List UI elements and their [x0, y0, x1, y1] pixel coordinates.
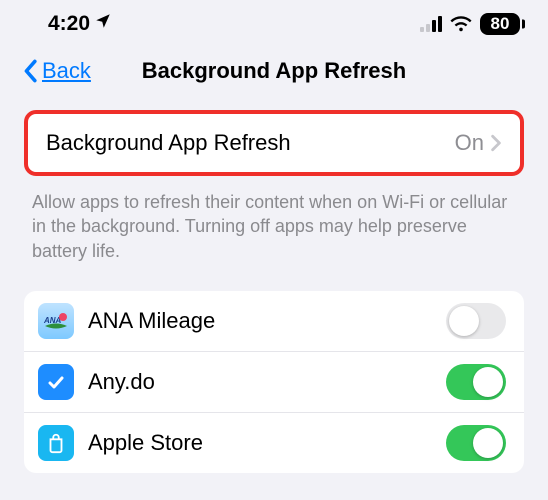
toggle-switch[interactable] — [446, 364, 506, 400]
app-name: ANA Mileage — [88, 308, 446, 334]
status-bar: 4:20 80 — [0, 0, 548, 40]
chevron-left-icon — [22, 59, 38, 83]
back-button[interactable]: Back — [22, 58, 91, 84]
app-icon-ana: ANA — [38, 303, 74, 339]
wifi-icon — [450, 15, 472, 33]
app-list: ANA ANA Mileage Any.do Apple Store — [24, 291, 524, 473]
list-item: ANA ANA Mileage — [24, 291, 524, 351]
row-value: On — [455, 130, 484, 156]
clock: 4:20 — [48, 12, 90, 36]
row-label: Background App Refresh — [46, 130, 455, 156]
svg-text:ANA: ANA — [43, 316, 62, 325]
battery-icon: 80 — [480, 13, 520, 35]
app-name: Apple Store — [88, 430, 446, 456]
toggle-switch[interactable] — [446, 303, 506, 339]
background-refresh-row[interactable]: Background App Refresh On — [28, 114, 520, 172]
list-item: Apple Store — [24, 412, 524, 473]
chevron-right-icon — [490, 134, 502, 152]
cellular-icon — [420, 16, 442, 32]
app-icon-anydo — [38, 364, 74, 400]
app-name: Any.do — [88, 369, 446, 395]
back-label: Back — [42, 58, 91, 84]
toggle-switch[interactable] — [446, 425, 506, 461]
navigation-bar: Back Background App Refresh — [0, 40, 548, 94]
list-item: Any.do — [24, 351, 524, 412]
master-toggle-card: Background App Refresh On — [24, 110, 524, 176]
section-footer: Allow apps to refresh their content when… — [24, 176, 524, 263]
app-icon-applestore — [38, 425, 74, 461]
location-icon — [94, 12, 112, 36]
